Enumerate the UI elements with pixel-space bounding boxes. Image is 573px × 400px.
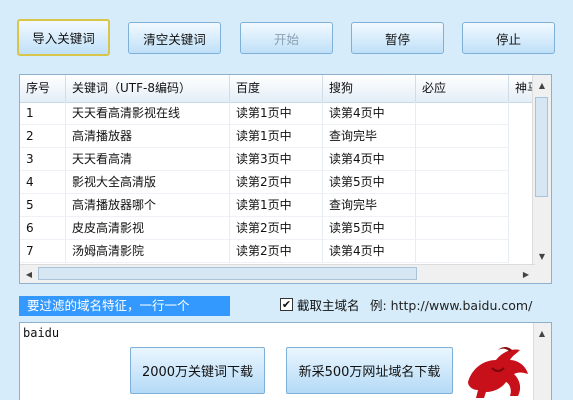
row-index: 6 (20, 217, 66, 240)
textarea-scrollbar[interactable]: ▲ (533, 323, 551, 400)
scroll-down-icon[interactable]: ▼ (534, 248, 550, 264)
column-header-sogou[interactable]: 搜狗 (323, 75, 416, 102)
row-bing-status (416, 171, 509, 194)
domain-example-text: 例: http://www.baidu.com/ (370, 298, 533, 313)
column-header-baidu[interactable]: 百度 (230, 75, 323, 102)
row-bing-status (416, 102, 509, 125)
row-bing-status (416, 194, 509, 217)
import-keywords-button[interactable]: 导入关键词 (17, 19, 110, 56)
row-sogou-status: 读第4页中 (323, 240, 416, 263)
row-keyword: 影视大全高清版 (66, 171, 230, 194)
row-baidu-status: 读第1页中 (230, 194, 323, 217)
grid-horizontal-scrollbar[interactable]: ◀ ▶ (20, 264, 535, 283)
row-sogou-status: 读第4页中 (323, 148, 416, 171)
row-sogou-status: 查询完毕 (323, 125, 416, 148)
grid-vertical-scrollbar[interactable]: ▲ ▼ (532, 75, 551, 266)
clear-keywords-button[interactable]: 清空关键词 (128, 22, 221, 54)
table-row[interactable]: 4 影视大全高清版 读第2页中 读第5页中 (20, 171, 532, 194)
row-keyword: 天天看高清影视在线 (66, 102, 230, 125)
row-sogou-status: 查询完毕 (323, 194, 416, 217)
results-grid: 序号 关键词（UTF-8编码） 百度 搜狗 必应 神马 1 天天看高清影视在线 读第… (19, 74, 552, 284)
start-button[interactable]: 开始 (240, 22, 333, 54)
row-keyword: 高清播放器 (66, 125, 230, 148)
row-index: 7 (20, 240, 66, 263)
scroll-up-icon[interactable]: ▲ (534, 77, 550, 93)
scroll-right-icon[interactable]: ▶ (518, 266, 534, 282)
row-keyword: 高清播放器哪个 (66, 194, 230, 217)
row-keyword: 皮皮高清影视 (66, 217, 230, 240)
table-row[interactable]: 1 天天看高清影视在线 读第1页中 读第4页中 (20, 102, 532, 125)
row-baidu-status: 读第2页中 (230, 217, 323, 240)
row-sogou-status: 读第5页中 (323, 171, 416, 194)
keywords-download-button[interactable]: 2000万关键词下载 (130, 347, 265, 394)
filter-domain-text[interactable]: baidu (23, 326, 59, 340)
row-bing-status (416, 217, 509, 240)
row-baidu-status: 读第1页中 (230, 102, 323, 125)
column-header-bing[interactable]: 必应 (416, 75, 509, 102)
row-baidu-status: 读第3页中 (230, 148, 323, 171)
red-bull-logo-icon[interactable] (462, 338, 534, 400)
table-row[interactable]: 5 高清播放器哪个 读第1页中 查询完毕 (20, 194, 532, 217)
horizontal-scroll-thumb[interactable] (38, 267, 417, 280)
filter-domain-label: 要过滤的域名特征，一行一个 (19, 296, 230, 316)
scroll-left-icon[interactable]: ◀ (21, 266, 37, 282)
table-row[interactable]: 2 高清播放器 读第1页中 查询完毕 (20, 125, 532, 148)
row-sogou-status: 读第4页中 (323, 102, 416, 125)
row-baidu-status: 读第2页中 (230, 240, 323, 263)
column-header-keyword[interactable]: 关键词（UTF-8编码） (66, 75, 230, 102)
row-sogou-status: 读第5页中 (323, 217, 416, 240)
pause-button[interactable]: 暂停 (351, 22, 444, 54)
row-bing-status (416, 148, 509, 171)
vertical-scroll-thumb[interactable] (535, 97, 548, 197)
row-index: 4 (20, 171, 66, 194)
domains-download-button[interactable]: 新采500万网址域名下载 (286, 347, 453, 394)
scrollbar-corner (533, 265, 551, 283)
extract-main-domain-label[interactable]: 截取主域名 (297, 296, 360, 316)
column-header-index[interactable]: 序号 (20, 75, 66, 102)
row-bing-status (416, 240, 509, 263)
row-index: 5 (20, 194, 66, 217)
row-index: 3 (20, 148, 66, 171)
row-index: 2 (20, 125, 66, 148)
row-bing-status (416, 125, 509, 148)
row-keyword: 汤姆高清影院 (66, 240, 230, 263)
table-row[interactable]: 3 天天看高清 读第3页中 读第4页中 (20, 148, 532, 171)
stop-button[interactable]: 停止 (462, 22, 555, 54)
textarea-scroll-up-icon[interactable]: ▲ (534, 325, 550, 341)
table-row[interactable]: 7 汤姆高清影院 读第2页中 读第4页中 (20, 240, 532, 263)
extract-main-domain-checkbox[interactable]: ✔ (280, 298, 293, 311)
table-row[interactable]: 6 皮皮高清影视 读第2页中 读第5页中 (20, 217, 532, 240)
row-index: 1 (20, 102, 66, 125)
row-baidu-status: 读第1页中 (230, 125, 323, 148)
row-baidu-status: 读第2页中 (230, 171, 323, 194)
row-keyword: 天天看高清 (66, 148, 230, 171)
grid-header: 序号 关键词（UTF-8编码） 百度 搜狗 必应 神马 (20, 75, 551, 103)
